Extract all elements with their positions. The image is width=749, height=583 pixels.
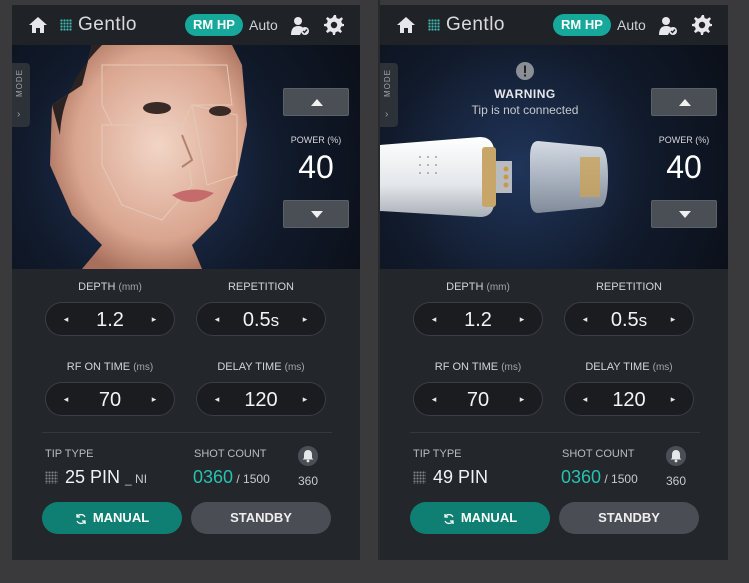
bottom-strip [0, 560, 749, 583]
power-increase-button[interactable] [283, 88, 349, 116]
home-icon[interactable] [28, 16, 48, 34]
refresh-icon [76, 513, 86, 524]
power-decrease-button[interactable] [651, 200, 717, 228]
home-icon[interactable] [396, 16, 416, 34]
brand-name: Gentlo [78, 14, 137, 35]
triangle-down-icon [679, 211, 691, 218]
auto-label[interactable]: Auto [249, 17, 278, 33]
depth-value: 1.2 [96, 309, 124, 331]
shot-count-label: SHOT COUNT [194, 448, 267, 460]
bell-icon[interactable] [666, 446, 686, 466]
bell-count: 360 [665, 474, 687, 488]
depth-increase-icon[interactable]: ▸ [142, 303, 166, 337]
device-panel-warning: Gentlo RM HP Auto WARNING Tip is not con… [380, 5, 728, 560]
power-value: 40 [666, 149, 702, 185]
rf-on-time-label: RF ON TIME (ms) [66, 361, 154, 373]
depth-stepper[interactable]: ◂ 1.2 ▸ [413, 302, 543, 336]
rf-on-time-value: 70 [98, 389, 122, 411]
triangle-up-icon [311, 99, 323, 106]
delay-time-increase-icon[interactable]: ▸ [661, 383, 685, 417]
rf-on-time-stepper[interactable]: ◂ 70 ▸ [45, 382, 175, 416]
rf-on-time-increase-icon[interactable]: ▸ [142, 383, 166, 417]
delay-time-value: 120 [612, 389, 646, 411]
bell-count: 360 [297, 474, 319, 488]
treatment-image-area: WARNING Tip is not connected MODE › POWE… [380, 45, 728, 269]
warning-icon [516, 62, 534, 80]
chevron-right-icon: › [17, 109, 21, 120]
mode-badge[interactable]: RM HP [553, 14, 611, 36]
power-label: POWER (%) [290, 135, 342, 145]
bell-icon[interactable] [298, 446, 318, 466]
mode-tab-label: MODE [15, 69, 24, 97]
repetition-label: REPETITION [595, 281, 662, 293]
refresh-icon [444, 513, 454, 524]
gear-icon[interactable] [692, 15, 712, 35]
triangle-up-icon [679, 99, 691, 106]
repetition-value: 0.5s [242, 309, 280, 331]
tip-grid-icon [413, 471, 426, 484]
handpiece-tip-image [380, 137, 608, 217]
standby-button[interactable]: STANDBY [191, 502, 331, 534]
section-divider [410, 432, 700, 433]
rf-on-time-value: 70 [466, 389, 490, 411]
shot-count-value: 0360 / 1500 [193, 467, 270, 487]
delay-time-increase-icon[interactable]: ▸ [293, 383, 317, 417]
treatment-image-area: MODE › POWER (%) 40 [12, 45, 360, 269]
brand-name: Gentlo [446, 14, 505, 35]
tip-grid-icon [45, 471, 58, 484]
mode-tab-label: MODE [383, 69, 392, 97]
warning-message: Tip is not connected [471, 103, 579, 117]
gear-icon[interactable] [324, 15, 344, 35]
brand-logo-icon [60, 19, 72, 31]
depth-value: 1.2 [464, 309, 492, 331]
delay-time-label: DELAY TIME (ms) [585, 361, 673, 373]
user-check-icon[interactable] [658, 16, 678, 36]
repetition-increase-icon[interactable]: ▸ [661, 303, 685, 337]
rf-on-time-label: RF ON TIME (ms) [434, 361, 522, 373]
shot-count-label: SHOT COUNT [562, 448, 635, 460]
depth-stepper[interactable]: ◂ 1.2 ▸ [45, 302, 175, 336]
depth-label: DEPTH (mm) [78, 281, 142, 293]
repetition-increase-icon[interactable]: ▸ [293, 303, 317, 337]
power-decrease-button[interactable] [283, 200, 349, 228]
power-label: POWER (%) [658, 135, 710, 145]
tip-type-label: TIP TYPE [45, 448, 94, 460]
repetition-value: 0.5s [610, 309, 648, 331]
delay-time-stepper[interactable]: ◂ 120 ▸ [564, 382, 694, 416]
depth-label: DEPTH (mm) [446, 281, 510, 293]
delay-time-stepper[interactable]: ◂ 120 ▸ [196, 382, 326, 416]
repetition-label: REPETITION [227, 281, 294, 293]
warning-title: WARNING [494, 87, 556, 101]
device-panel-face: Gentlo RM HP Auto MODE › POWER (%) 40 DE… [12, 5, 360, 560]
panel-divider [360, 0, 380, 583]
header-bar: Gentlo RM HP Auto [380, 5, 728, 45]
mode-side-tab[interactable]: MODE › [380, 63, 398, 127]
header-bar: Gentlo RM HP Auto [12, 5, 360, 45]
tip-type-label: TIP TYPE [413, 448, 462, 460]
manual-button[interactable]: MANUAL [410, 502, 550, 534]
mode-side-tab[interactable]: MODE › [12, 63, 30, 127]
section-divider [42, 432, 332, 433]
power-value: 40 [298, 149, 334, 185]
face-treatment-map [50, 45, 247, 269]
standby-button[interactable]: STANDBY [559, 502, 699, 534]
rf-on-time-increase-icon[interactable]: ▸ [510, 383, 534, 417]
repetition-stepper[interactable]: ◂ 0.5s ▸ [196, 302, 326, 336]
power-increase-button[interactable] [651, 88, 717, 116]
manual-button[interactable]: MANUAL [42, 502, 182, 534]
repetition-stepper[interactable]: ◂ 0.5s ▸ [564, 302, 694, 336]
rf-on-time-stepper[interactable]: ◂ 70 ▸ [413, 382, 543, 416]
depth-increase-icon[interactable]: ▸ [510, 303, 534, 337]
auto-label[interactable]: Auto [617, 17, 646, 33]
tip-type-value: 25 PIN _ NI [65, 467, 148, 487]
delay-time-value: 120 [244, 389, 278, 411]
triangle-down-icon [311, 211, 323, 218]
tip-type-value: 49 PIN [433, 467, 489, 487]
brand-logo-icon [428, 19, 440, 31]
mode-badge[interactable]: RM HP [185, 14, 243, 36]
shot-count-value: 0360 / 1500 [561, 467, 638, 487]
user-check-icon[interactable] [290, 16, 310, 36]
chevron-right-icon: › [385, 109, 389, 120]
delay-time-label: DELAY TIME (ms) [217, 361, 305, 373]
